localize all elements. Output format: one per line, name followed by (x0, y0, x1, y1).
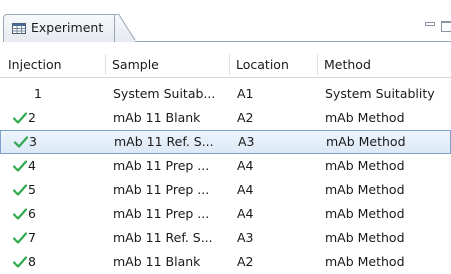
tab-title: Experiment (31, 20, 104, 35)
checkmark-icon (13, 160, 27, 172)
location-cell: A4 (237, 158, 254, 173)
injection-cell: 3 (1, 131, 101, 155)
injection-number: 3 (29, 134, 37, 149)
table-row[interactable]: 5 mAb 11 Prep ... A4 mAb Method (0, 178, 451, 202)
injection-table: 1 System Suitab... A1 System Suitablity 2 mAb… (0, 82, 451, 274)
injection-cell: 7 (0, 226, 100, 250)
sample-cell: mAb 11 Ref. S... (113, 230, 213, 245)
sample-cell: System Suitab... (113, 86, 216, 101)
sample-cell: mAb 11 Ref. S... (114, 134, 214, 149)
injection-cell: 2 (0, 106, 100, 130)
method-cell: System Suitablity (325, 86, 435, 101)
experiment-panel: Experiment Injection Sample Location Met… (0, 0, 451, 274)
table-row[interactable]: 3 mAb 11 Ref. S... A3 mAb Method (0, 130, 451, 154)
location-cell: A4 (237, 182, 254, 197)
method-cell: mAb Method (325, 110, 405, 125)
table-row[interactable]: 6 mAb 11 Prep ... A4 mAb Method (0, 202, 451, 226)
table-icon (12, 23, 26, 34)
table-header: Injection Sample Location Method (0, 52, 451, 78)
checkmark-icon (13, 184, 27, 196)
location-cell: A1 (237, 86, 254, 101)
location-cell: A4 (237, 206, 254, 221)
tab-baseline (135, 41, 451, 42)
maximize-icon[interactable] (441, 21, 451, 32)
method-cell: mAb Method (325, 158, 405, 173)
method-cell: mAb Method (325, 230, 405, 245)
checkmark-icon (13, 208, 27, 220)
sample-cell: mAb 11 Blank (113, 254, 201, 269)
location-cell: A3 (238, 134, 255, 149)
injection-cell: 4 (0, 154, 100, 178)
column-header-location[interactable]: Location (230, 52, 318, 77)
sample-cell: mAb 11 Blank (113, 110, 201, 125)
checkmark-icon (14, 136, 28, 148)
sample-cell: mAb 11 Prep ... (113, 206, 210, 221)
tab-experiment[interactable]: Experiment (3, 14, 115, 42)
sample-cell: mAb 11 Prep ... (113, 158, 210, 173)
method-cell: mAb Method (325, 182, 405, 197)
column-header-injection[interactable]: Injection (2, 52, 102, 77)
table-row[interactable]: 7 mAb 11 Ref. S... A3 mAb Method (0, 226, 451, 250)
injection-number: 6 (28, 206, 36, 221)
method-cell: mAb Method (326, 134, 406, 149)
location-cell: A2 (237, 110, 254, 125)
injection-cell: 5 (0, 178, 100, 202)
injection-number: 7 (28, 230, 36, 245)
injection-number: 8 (28, 254, 36, 269)
sample-cell: mAb 11 Prep ... (113, 182, 210, 197)
method-cell: mAb Method (325, 206, 405, 221)
table-row[interactable]: 2 mAb 11 Blank A2 mAb Method (0, 106, 451, 130)
column-header-method[interactable]: Method (318, 52, 451, 77)
injection-number: 5 (28, 182, 36, 197)
table-row[interactable]: 1 System Suitab... A1 System Suitablity (0, 82, 451, 106)
injection-number: 4 (28, 158, 36, 173)
table-row[interactable]: 4 mAb 11 Prep ... A4 mAb Method (0, 154, 451, 178)
injection-number: 2 (28, 110, 36, 125)
checkmark-icon (13, 256, 27, 268)
table-row[interactable]: 8 mAb 11 Blank A2 mAb Method (0, 250, 451, 274)
minimize-icon[interactable] (425, 22, 435, 30)
injection-cell: 8 (0, 250, 100, 274)
checkmark-icon (13, 232, 27, 244)
location-cell: A2 (237, 254, 254, 269)
method-cell: mAb Method (325, 254, 405, 269)
injection-number: 1 (34, 86, 42, 101)
injection-cell: 6 (0, 202, 100, 226)
tab-strip: Experiment (0, 0, 451, 42)
checkmark-icon (13, 112, 27, 124)
column-header-sample[interactable]: Sample (106, 52, 230, 77)
location-cell: A3 (237, 230, 254, 245)
injection-cell: 1 (0, 82, 100, 106)
